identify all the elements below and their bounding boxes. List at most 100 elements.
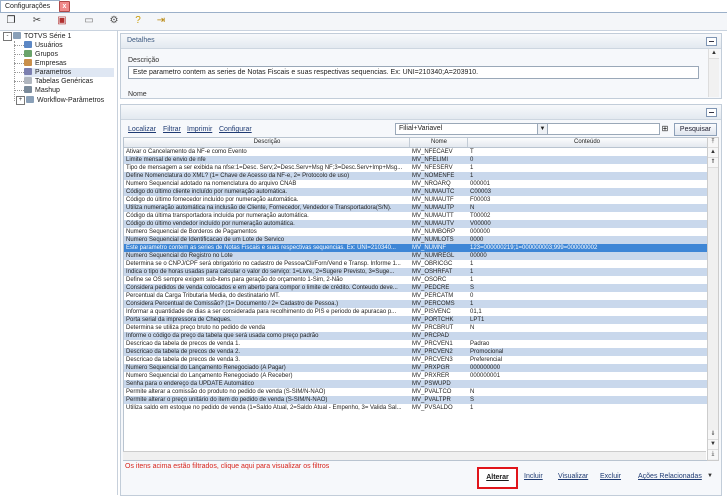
tree-item-totvs[interactable]: TOTVS Série 1	[13, 32, 71, 41]
cell-nome: MV_NOMENFE	[412, 173, 455, 179]
collapse-icon[interactable]: -	[3, 32, 12, 41]
alterar-button[interactable]: Alterar	[477, 467, 518, 489]
save-icon[interactable]: ▭	[82, 15, 96, 27]
acoes-relacionadas-button[interactable]: Ações Relacionadas	[638, 473, 702, 480]
tree-item-parametros[interactable]: Parametros	[24, 68, 114, 77]
cell-nome: MV_PRCVEN1	[412, 341, 453, 347]
page-down-icon[interactable]: ⇓	[708, 430, 718, 440]
imprimir-link[interactable]: Imprimir	[187, 126, 212, 133]
cell-conteudo: 000000000	[470, 365, 501, 371]
scroll-down-icon[interactable]: ▼	[708, 440, 718, 450]
tree-item-mashup[interactable]: Mashup	[24, 86, 60, 95]
incluir-button[interactable]: Incluir	[524, 473, 543, 480]
search-input[interactable]	[547, 123, 660, 135]
table-row[interactable]: Tipo de mensagem a ser exibida na nfse:1…	[124, 164, 707, 172]
index-select[interactable]: Filial+Variavel ▼	[395, 123, 548, 135]
table-row[interactable]: Percentual da Carga Tributaria Media, do…	[124, 292, 707, 300]
table-row[interactable]: Limite mensal de envio de nfe MV_NFELIMI 0	[124, 156, 707, 164]
scroll-top-icon[interactable]: ⤒	[708, 138, 718, 148]
table-row[interactable]: Descricao da tabela de precos de venda 3…	[124, 356, 707, 364]
table-row[interactable]: Código da última transportadora incluída…	[124, 212, 707, 220]
minimize-icon[interactable]	[706, 37, 717, 46]
tree-item-empresas[interactable]: Empresas	[24, 59, 67, 68]
table-row[interactable]: Numero Sequencial do Lançamento Renegoci…	[124, 364, 707, 372]
tree-item-tabelas[interactable]: Tabelas Genéricas	[24, 77, 93, 86]
cell-conteudo: 1	[470, 173, 474, 179]
window-tab[interactable]: Configurações	[0, 0, 60, 12]
page-up-icon[interactable]: ⇑	[708, 158, 718, 168]
table-row[interactable]: Determina se utiliza preço bruto no pedi…	[124, 324, 707, 332]
cell-nome: MV_OBRICGC	[412, 261, 453, 267]
column-header-descricao[interactable]: Descrição	[126, 138, 408, 147]
vertical-scrollbar[interactable]: ⤒ ▲ ⇑ ⇓ ▼ ⤓	[707, 137, 719, 461]
tree-item-grupos[interactable]: Grupos	[24, 50, 58, 59]
exit-icon[interactable]: ⇥	[154, 15, 168, 27]
chevron-down-icon[interactable]: ▼	[707, 473, 713, 479]
cell-nome: MV_NUMAUTC	[412, 189, 455, 195]
table-row[interactable]: Numero Sequencial de Identificacao de um…	[124, 236, 707, 244]
table-row[interactable]: Considera pedidos de venda colocados e e…	[124, 284, 707, 292]
visualizar-button[interactable]: Visualizar	[558, 473, 588, 480]
cell-descricao: Informe o código da preço da tabela que …	[126, 333, 319, 339]
table-row[interactable]: Considera Percentual de Comissão? (1= Do…	[124, 300, 707, 308]
cell-conteudo: 1	[470, 405, 474, 411]
table-row[interactable]: Numero Sequencial adotado na nomenclatur…	[124, 180, 707, 188]
expand-icon[interactable]: +	[16, 96, 25, 105]
localizar-link[interactable]: Localizar	[128, 126, 156, 133]
table-row[interactable]: Numero Sequencial de Borderos de Pagamen…	[124, 228, 707, 236]
table-row[interactable]: Numero Sequencial do Registro no Lote MV_…	[124, 252, 707, 260]
table-row[interactable]: Determina se o CNPJ/CPF será obrigatório…	[124, 260, 707, 268]
table-row[interactable]: Informe o código da preço da tabela que …	[124, 332, 707, 340]
tree-item-label: Workflow-Parâmetros	[37, 97, 105, 104]
table-row[interactable]: Define se OS sempre exigem sub-itens par…	[124, 276, 707, 284]
copy-icon[interactable]: ❐	[4, 15, 18, 27]
table-row[interactable]: Permite alterar o preço unitário do item…	[124, 396, 707, 404]
scroll-up-icon[interactable]: ▲	[709, 49, 719, 59]
configurar-link[interactable]: Configurar	[219, 126, 252, 133]
table-row[interactable]: Código do último cliente incluído por nu…	[124, 188, 707, 196]
help-icon[interactable]: ?	[131, 15, 145, 27]
splitter[interactable]	[117, 30, 118, 495]
scroll-up-icon[interactable]: ▲	[708, 148, 718, 158]
table-row[interactable]: Senha para o endereço da UPDATE Automáti…	[124, 380, 707, 388]
chevron-down-icon[interactable]: ▼	[537, 124, 547, 134]
table-row[interactable]: Descricao da tabela de precos de venda 1…	[124, 340, 707, 348]
table-row[interactable]: Define Nomenclatura do XML? (1= Chave de…	[124, 172, 707, 180]
horizontal-scrollbar[interactable]	[123, 451, 706, 460]
cell-nome: MV_PERCOMS	[412, 301, 455, 307]
table-row[interactable]: Ativar o Cancelamento da NF-e como Event…	[124, 148, 707, 156]
table-row[interactable]: Código do último fornecedor incluído por…	[124, 196, 707, 204]
table-row[interactable]: Código do último vendedor incluído por n…	[124, 220, 707, 228]
close-icon[interactable]: x	[59, 1, 70, 12]
cut-icon[interactable]: ✂	[30, 15, 44, 27]
table-row[interactable]: Porta serial da impressora de Cheques. MV…	[124, 316, 707, 324]
tree-item-usuarios[interactable]: Usuários	[24, 41, 63, 50]
search-options-icon[interactable]: ⊞	[659, 123, 671, 134]
table-row[interactable]: Utiliza saldo em estoque no pedido de ve…	[124, 404, 707, 412]
details-scrollbar[interactable]: ▲	[708, 49, 719, 97]
grid-header-bar	[121, 105, 721, 120]
description-field[interactable]: Este parametro contem as series de Notas…	[128, 66, 699, 79]
column-separator[interactable]	[467, 138, 468, 147]
scroll-bottom-icon[interactable]: ⤓	[708, 450, 718, 459]
table-row[interactable]: Numero Sequencial do Lançamento Renegoci…	[124, 372, 707, 380]
paste-icon[interactable]: ▣	[55, 15, 69, 27]
table-row[interactable]: Descricao da tabela de precos de venda 2…	[124, 348, 707, 356]
column-separator[interactable]	[409, 138, 410, 147]
filtrar-link[interactable]: Filtrar	[163, 126, 181, 133]
column-header-conteudo[interactable]: Conteúdo	[470, 138, 704, 147]
cell-conteudo: 123=000000219;1=000000003;999=000000002	[470, 245, 598, 251]
excluir-button[interactable]: Excluir	[600, 473, 621, 480]
cell-descricao: Tipo de mensagem a ser exibida na nfse:1…	[126, 165, 403, 171]
filter-notice-link[interactable]: Os itens acima estão filtrados, clique a…	[125, 463, 329, 470]
table-row[interactable]: Utiliza numeração automática na inclusão…	[124, 204, 707, 212]
table-row[interactable]: Este parametro contem as series de Notas…	[124, 244, 707, 252]
column-header-nome[interactable]: Nome	[412, 138, 466, 147]
tree-item-workflow[interactable]: Workflow-Parâmetros	[26, 96, 104, 105]
minimize-icon[interactable]	[706, 108, 717, 117]
settings-icon[interactable]: ⚙	[107, 15, 121, 27]
table-row[interactable]: Informar a quantidade de dias a ser cons…	[124, 308, 707, 316]
table-row[interactable]: Indica o tipo de horas usadas para calcu…	[124, 268, 707, 276]
search-button[interactable]: Pesquisar	[674, 123, 717, 136]
table-row[interactable]: Permite alterar a comissão do produto no…	[124, 388, 707, 396]
